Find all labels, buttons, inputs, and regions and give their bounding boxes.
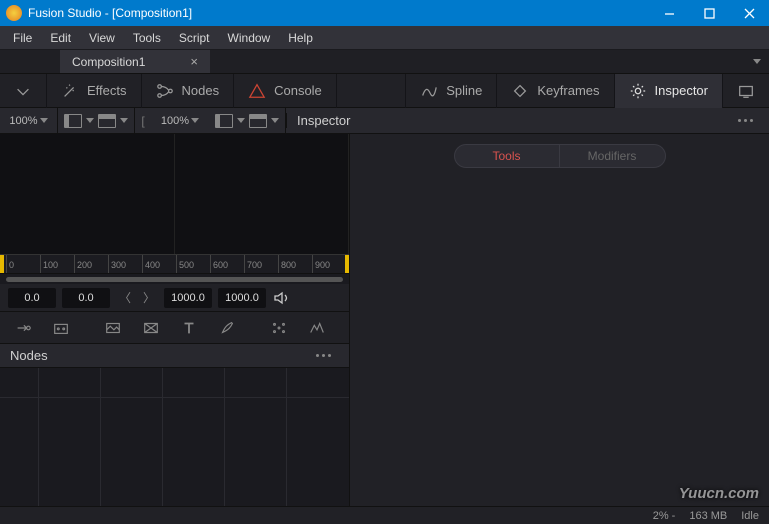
status-bar: 2% - 163 MB Idle <box>0 506 769 524</box>
ruler-tick: 500 <box>176 255 194 273</box>
menu-script[interactable]: Script <box>170 26 219 50</box>
inspector-panel: Tools Modifiers <box>350 134 769 506</box>
workspace-console[interactable]: Console <box>234 74 336 108</box>
window-title: Fusion Studio - [Composition1] <box>28 6 649 20</box>
current-time-field[interactable]: 0.0 <box>62 288 110 308</box>
label: Console <box>274 83 322 98</box>
menu-edit[interactable]: Edit <box>41 26 80 50</box>
label: Keyframes <box>537 83 599 98</box>
layout-b-icon[interactable] <box>249 114 267 128</box>
timeline-scrollbar[interactable] <box>0 274 349 284</box>
keyframes-icon <box>511 82 529 100</box>
right-zoom[interactable]: 100% <box>151 108 209 134</box>
node-tool-shelf <box>0 312 349 344</box>
workspace-extra[interactable] <box>723 74 769 108</box>
panel-title: Nodes <box>10 348 48 363</box>
ruler-tick: 800 <box>278 255 296 273</box>
ruler-tick: 400 <box>142 255 160 273</box>
menu-window[interactable]: Window <box>219 26 280 50</box>
tool-saver[interactable] <box>42 314 80 342</box>
layout-b-icon[interactable] <box>98 114 116 128</box>
speaker-icon[interactable] <box>272 288 292 308</box>
nodes-panel-header: Nodes <box>0 344 349 368</box>
status-memory: 163 MB <box>689 510 727 522</box>
panel-title: Inspector <box>297 113 350 128</box>
left-zoom[interactable]: 100% <box>0 108 58 134</box>
menu-view[interactable]: View <box>80 26 124 50</box>
viewer-left[interactable] <box>0 134 175 254</box>
viewer-right[interactable] <box>175 134 350 254</box>
workspace-inspector[interactable]: Inspector <box>615 74 722 108</box>
tab-close-icon[interactable]: × <box>190 54 198 69</box>
nodes-icon <box>156 82 174 100</box>
ruler-tick: 700 <box>244 255 262 273</box>
ruler-tick: 300 <box>108 255 126 273</box>
title-bar: Fusion Studio - [Composition1] <box>0 0 769 26</box>
workspace-spline[interactable]: Spline <box>406 74 496 108</box>
inspector-tab-pill: Tools Modifiers <box>454 144 666 168</box>
close-button[interactable] <box>729 0 769 26</box>
tool-paint[interactable] <box>208 314 246 342</box>
app-icon <box>6 5 22 21</box>
layout-a-icon[interactable] <box>215 114 233 128</box>
menu-tools[interactable]: Tools <box>124 26 170 50</box>
chevron-down-icon[interactable] <box>86 118 94 123</box>
tab-label: Composition1 <box>72 55 145 69</box>
ruler-tick: 0 <box>6 255 14 273</box>
chevron-down-icon[interactable] <box>120 118 128 123</box>
ruler-tick: 900 <box>312 255 330 273</box>
tabs-overflow-icon[interactable] <box>753 59 761 64</box>
workspace-effects[interactable]: Effects <box>47 74 141 108</box>
status-percent: 2% - <box>653 510 676 522</box>
viewers[interactable] <box>0 134 349 254</box>
tab-composition1[interactable]: Composition1 × <box>60 50 210 73</box>
menu-bar: File Edit View Tools Script Window Help <box>0 26 769 50</box>
status-state: Idle <box>741 510 759 522</box>
warning-icon <box>248 82 266 100</box>
document-tabs: Composition1 × <box>0 50 769 74</box>
ruler-tick: 100 <box>40 255 58 273</box>
global-end-field[interactable]: 1000.0 <box>218 288 266 308</box>
label: Nodes <box>182 83 220 98</box>
sparkle-icon <box>61 82 79 100</box>
more-icon[interactable] <box>316 354 339 357</box>
inspector-header: Inspector <box>286 113 769 128</box>
range-end-field[interactable]: 1000.0 <box>164 288 212 308</box>
inspector-tab-modifiers[interactable]: Modifiers <box>560 145 665 167</box>
label: Effects <box>87 83 127 98</box>
spline-icon <box>420 82 438 100</box>
workspace-bar: Effects Nodes Console Spline Keyframes I… <box>0 74 769 108</box>
menu-file[interactable]: File <box>4 26 41 50</box>
chevron-down-icon[interactable] <box>271 118 279 123</box>
inspector-tab-tools[interactable]: Tools <box>455 145 560 167</box>
sub-toolbar: 100% [ 100% Inspector <box>0 108 769 134</box>
ruler-tick: 200 <box>74 255 92 273</box>
tool-tracker[interactable] <box>260 314 298 342</box>
workspace-keyframes[interactable]: Keyframes <box>497 74 613 108</box>
prev-frame-button[interactable]: 〈 <box>116 289 134 307</box>
ruler-tick: 600 <box>210 255 228 273</box>
chevron-down-icon[interactable] <box>237 118 245 123</box>
workspace-dropdown[interactable] <box>0 74 46 108</box>
workspace-nodes[interactable]: Nodes <box>142 74 234 108</box>
label: Inspector <box>655 83 708 98</box>
range-start-field[interactable]: 0.0 <box>8 288 56 308</box>
maximize-button[interactable] <box>689 0 729 26</box>
tool-colorcorrect[interactable] <box>298 314 336 342</box>
inspector-icon <box>629 82 647 100</box>
node-graph[interactable] <box>0 368 349 506</box>
tool-loader[interactable] <box>4 314 42 342</box>
next-frame-button[interactable]: 〉 <box>140 289 158 307</box>
more-icon[interactable] <box>738 119 761 122</box>
tool-text[interactable] <box>170 314 208 342</box>
label: Spline <box>446 83 482 98</box>
minimize-button[interactable] <box>649 0 689 26</box>
layout-a-icon[interactable] <box>64 114 82 128</box>
time-ruler[interactable]: 0 100 200 300 400 500 600 700 800 900 <box>0 254 349 274</box>
tool-background[interactable] <box>94 314 132 342</box>
menu-help[interactable]: Help <box>279 26 322 50</box>
tool-fastnoise[interactable] <box>132 314 170 342</box>
time-controls: 0.0 0.0 〈 〉 1000.0 1000.0 <box>0 284 349 312</box>
watermark: Yuucn.com <box>679 485 759 502</box>
